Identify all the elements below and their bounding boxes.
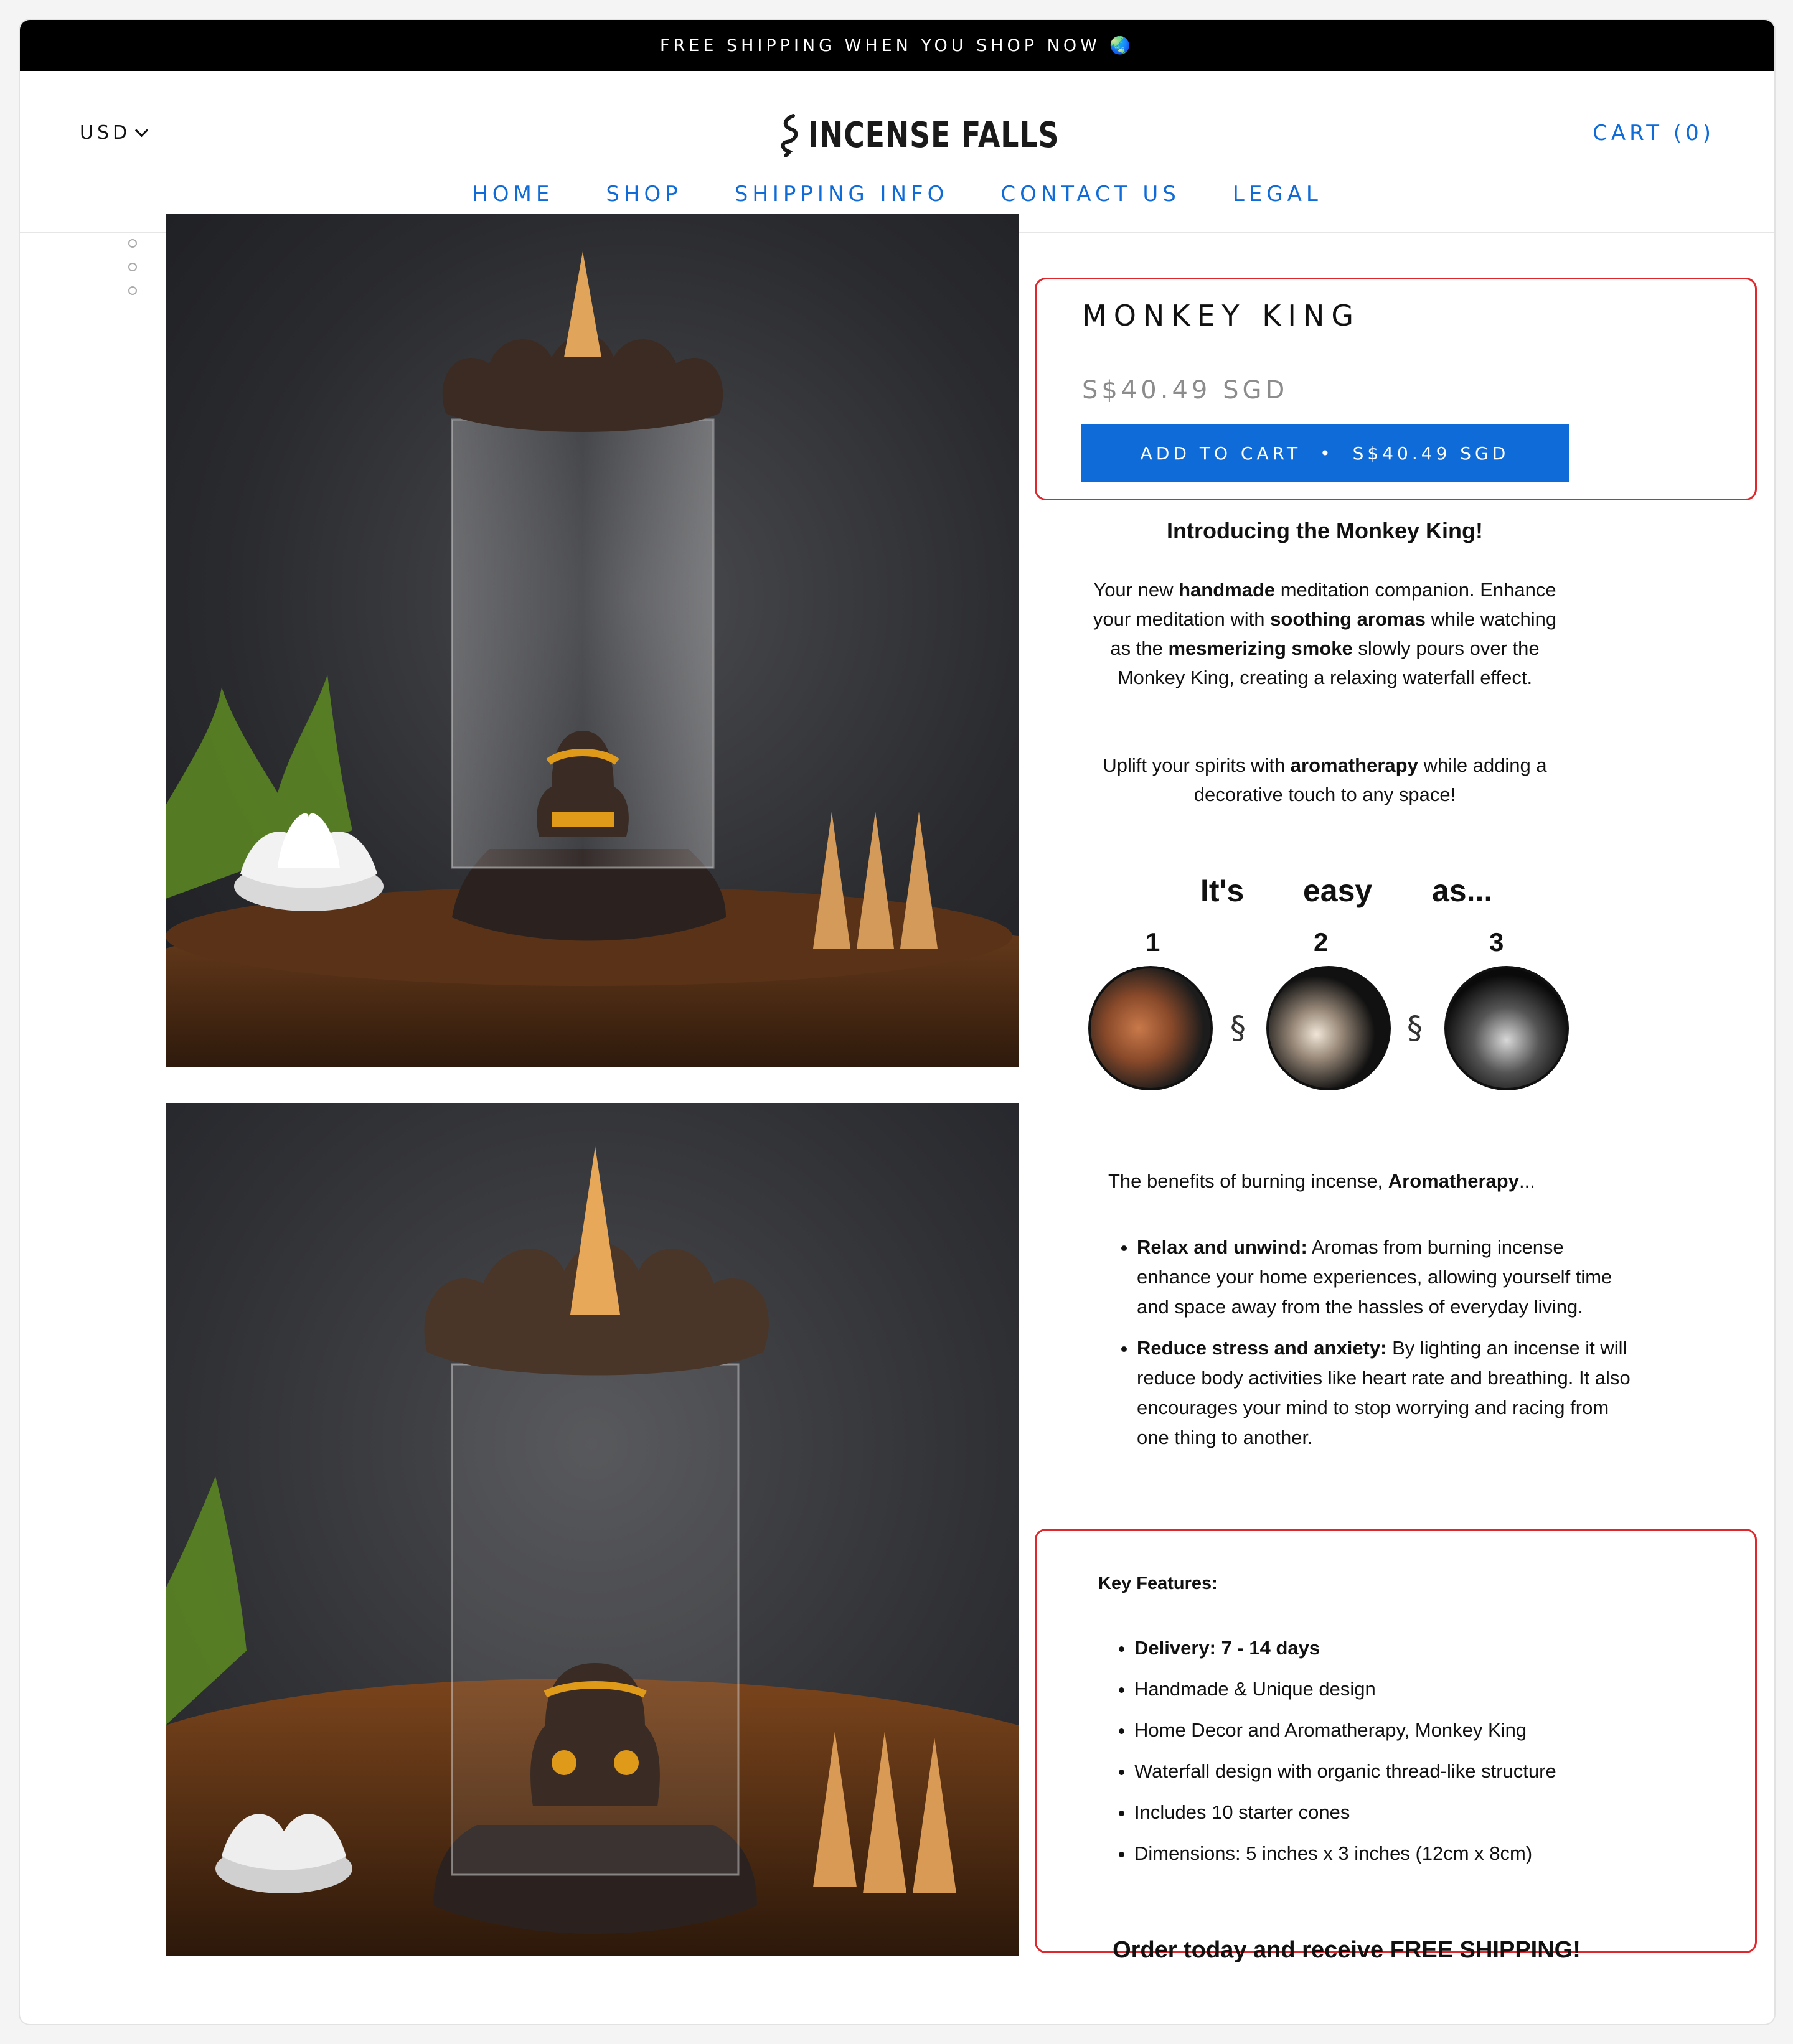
gallery-dot[interactable]: [128, 286, 137, 295]
list-item: Delivery: 7 - 14 days: [1134, 1634, 1632, 1662]
list-item: Waterfall design with organic thread-lik…: [1134, 1758, 1632, 1785]
cart-link[interactable]: CART (0): [1593, 121, 1715, 146]
logo-text: INCENSE FALLS: [808, 115, 1060, 156]
announcement-text: FREE SHIPPING WHEN YOU SHOP NOW 🌏: [660, 36, 1134, 55]
key-features-heading: Key Features:: [1098, 1573, 1218, 1593]
key-features-list: Delivery: 7 - 14 days Handmade & Unique …: [1103, 1634, 1632, 1881]
announcement-bar: FREE SHIPPING WHEN YOU SHOP NOW 🌏: [20, 20, 1774, 71]
product-image-2[interactable]: [166, 1103, 1019, 1956]
product-photo-illustration: [166, 1146, 1019, 1956]
product-title: MONKEY KING: [1082, 299, 1361, 332]
add-to-cart-button[interactable]: ADD TO CART • S$40.49 SGD: [1081, 424, 1569, 482]
chevron-down-icon: [135, 123, 149, 138]
site-header: USD INCENSE FALLS CART (0) HOME SHOP SHI…: [20, 71, 1774, 233]
swirl-arrow-icon: §: [1230, 1010, 1246, 1046]
benefits-heading-bold: Aromatherapy: [1388, 1170, 1519, 1192]
add-to-cart-separator: •: [1320, 443, 1334, 464]
gallery-dots: [128, 239, 137, 295]
currency-label: USD: [80, 122, 131, 144]
light-cone-step-image: [1088, 966, 1213, 1090]
benefit-title: Relax and unwind:: [1137, 1236, 1307, 1258]
add-to-cart-label: ADD TO CART: [1140, 443, 1302, 464]
easy-word: easy: [1303, 873, 1373, 908]
benefits-heading-suffix: ...: [1518, 1170, 1535, 1192]
step-number: 3: [1489, 927, 1504, 957]
emphasis-text: handmade: [1179, 579, 1276, 601]
easy-steps-graphic: It's easy as... 1 2 3 § §: [1082, 873, 1599, 1109]
site-logo[interactable]: INCENSE FALLS: [777, 107, 1114, 163]
swirl-arrow-icon: §: [1407, 1010, 1423, 1046]
step-number: 1: [1146, 927, 1160, 957]
list-item: Reduce stress and anxiety: By lighting a…: [1137, 1333, 1635, 1453]
emphasis-text: soothing aromas: [1270, 608, 1426, 630]
page-frame: FREE SHIPPING WHEN YOU SHOP NOW 🌏 USD IN…: [19, 19, 1776, 2025]
main-nav: HOME SHOP SHIPPING INFO CONTACT US LEGAL: [20, 182, 1774, 207]
smoke-swirl-icon: [781, 114, 798, 157]
list-item: Includes 10 starter cones: [1134, 1799, 1632, 1826]
add-to-cart-price: S$40.49 SGD: [1352, 443, 1510, 464]
product-image-1[interactable]: [166, 214, 1019, 1067]
nav-legal[interactable]: LEGAL: [1233, 182, 1322, 207]
currency-selector[interactable]: USD: [80, 122, 149, 144]
emphasis-text: mesmerizing smoke: [1168, 637, 1353, 659]
nav-shipping-info[interactable]: SHIPPING INFO: [735, 182, 949, 207]
enjoy-smoke-step-image: [1444, 966, 1569, 1090]
easy-word: as...: [1432, 873, 1493, 908]
easy-word: It's: [1200, 873, 1245, 908]
list-item: Home Decor and Aromatherapy, Monkey King: [1134, 1717, 1632, 1744]
gallery-dot[interactable]: [128, 239, 137, 248]
body-text: Uplift your spirits with: [1103, 754, 1291, 776]
emphasis-text: aromatherapy: [1290, 754, 1418, 776]
benefits-heading-text: The benefits of burning incense,: [1108, 1170, 1388, 1192]
description-paragraph-2: Uplift your spirits with aromatherapy wh…: [1082, 751, 1568, 809]
product-price: S$40.49 SGD: [1082, 376, 1289, 405]
nav-shop[interactable]: SHOP: [606, 182, 682, 207]
description-paragraph-1: Your new handmade meditation companion. …: [1082, 575, 1568, 692]
free-shipping-callout: Order today and receive FREE SHIPPING!: [1113, 1937, 1581, 1963]
benefits-heading: The benefits of burning incense, Aromath…: [1108, 1170, 1535, 1193]
list-item: Handmade & Unique design: [1134, 1676, 1632, 1703]
intro-heading: Introducing the Monkey King!: [1167, 518, 1483, 543]
list-item: Dimensions: 5 inches x 3 inches (12cm x …: [1134, 1840, 1632, 1867]
product-photo-illustration: [166, 251, 1019, 1067]
list-item: Relax and unwind: Aromas from burning in…: [1137, 1232, 1635, 1322]
body-text: Your new: [1093, 579, 1179, 601]
benefits-list: Relax and unwind: Aromas from burning in…: [1108, 1232, 1635, 1464]
gallery-dot[interactable]: [128, 263, 137, 271]
nav-home[interactable]: HOME: [472, 182, 553, 207]
nav-contact-us[interactable]: CONTACT US: [1000, 182, 1180, 207]
place-cone-step-image: [1266, 966, 1391, 1090]
benefit-title: Reduce stress and anxiety:: [1137, 1337, 1387, 1359]
step-number: 2: [1314, 927, 1329, 957]
